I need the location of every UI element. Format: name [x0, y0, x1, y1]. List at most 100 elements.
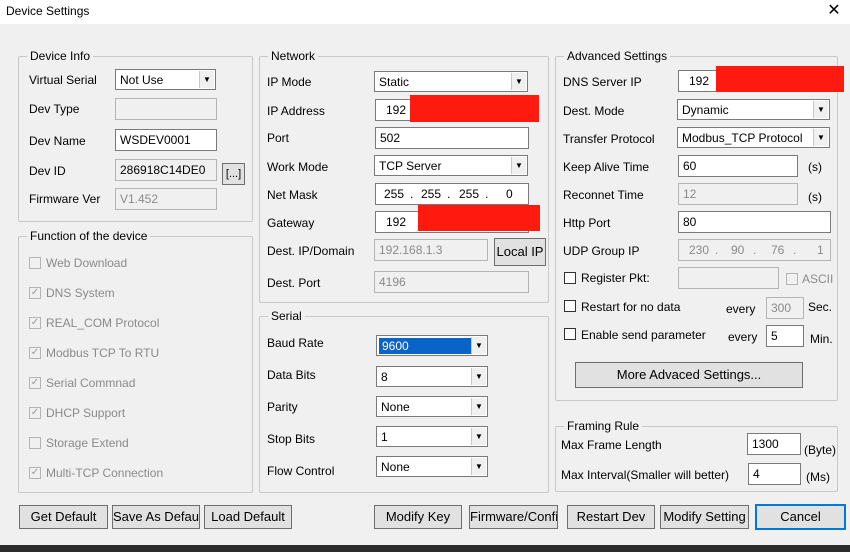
function-legend: Function of the device: [27, 229, 151, 243]
http-port-label: Http Port: [563, 216, 611, 230]
dev-id-button[interactable]: [...]: [222, 163, 245, 185]
chevron-down-icon: ▼: [471, 337, 486, 354]
work-mode-select[interactable]: TCP Server ▼: [374, 155, 528, 176]
gateway-octet: 192: [386, 215, 407, 229]
device-settings-window: Device Settings ✕ Device Info Virtual Se…: [0, 0, 850, 552]
data-bits-label: Data Bits: [267, 368, 316, 382]
register-pkt-field: [678, 267, 779, 289]
register-pkt-label: Register Pkt:: [581, 271, 650, 285]
ip-dot: .: [485, 187, 489, 201]
taskbar-strip: [0, 545, 850, 552]
data-bits-select[interactable]: 8 ▼: [376, 366, 488, 387]
dest-ip-label: Dest. IP/Domain: [267, 244, 355, 258]
baud-rate-label: Baud Rate: [267, 336, 324, 350]
dns-server-value: 192: [689, 74, 710, 88]
function-checkbox: [29, 257, 41, 269]
dest-mode-select[interactable]: Dynamic ▼: [677, 99, 830, 120]
function-label: DHCP Support: [46, 406, 126, 420]
chevron-down-icon: ▼: [813, 101, 828, 118]
virtual-serial-value: Not Use: [120, 73, 164, 87]
ip-mode-value: Static: [379, 75, 410, 89]
function-label: REAL_COM Protocol: [46, 316, 160, 330]
port-field[interactable]: 502: [375, 127, 529, 149]
function-checkbox: [29, 437, 41, 449]
work-mode-label: Work Mode: [267, 160, 329, 174]
parity-label: Parity: [267, 400, 298, 414]
send-parameter-minutes-field[interactable]: 5: [766, 325, 804, 347]
send-parameter-label: Enable send parameter: [581, 328, 706, 342]
max-frame-length-field[interactable]: 1300: [747, 433, 801, 455]
dev-name-field[interactable]: WSDEV0001: [115, 129, 217, 151]
baud-rate-value: 9600: [379, 338, 471, 354]
function-label: Multi-TCP Connection: [46, 466, 164, 480]
parity-value: None: [381, 400, 410, 414]
firmware-ver-field: V1.452: [115, 188, 217, 210]
restart-dev-button[interactable]: Restart Dev: [567, 505, 655, 529]
framing-rule-legend: Framing Rule: [564, 419, 643, 433]
dest-port-field: 4196: [374, 271, 529, 293]
function-label: Serial Commnad: [46, 376, 136, 390]
network-legend: Network: [268, 49, 319, 63]
ip-address-label: IP Address: [267, 104, 325, 118]
window-title: Device Settings: [6, 4, 90, 18]
get-default-button[interactable]: Get Default: [19, 505, 108, 529]
keep-alive-field[interactable]: 60: [678, 155, 798, 177]
baud-rate-select[interactable]: 9600 ▼: [376, 335, 488, 356]
firmware-config-button[interactable]: Firmware/Config: [469, 505, 558, 529]
restart-seconds-unit: Sec.: [808, 300, 833, 314]
reconnect-time-label: Reconnet Time: [563, 188, 644, 202]
ip-mode-label: IP Mode: [267, 75, 312, 89]
ip-address-octet: 192: [386, 103, 407, 117]
chevron-down-icon: ▼: [511, 73, 526, 90]
udp-group-octet-2: 90: [731, 243, 745, 257]
local-ip-button[interactable]: Local IP: [494, 238, 546, 266]
save-as-default-button[interactable]: Save As Default: [112, 505, 200, 529]
keep-alive-unit: (s): [808, 160, 822, 174]
ip-dot: .: [753, 243, 757, 257]
chevron-down-icon: ▼: [813, 129, 828, 146]
udp-group-field: 230 . 90 . 76 . 1: [678, 239, 831, 261]
ip-dot: .: [410, 187, 414, 201]
restart-no-data-checkbox[interactable]: [564, 300, 576, 312]
function-checkbox: ✓: [29, 347, 41, 359]
parity-select[interactable]: None ▼: [376, 396, 488, 417]
dest-port-label: Dest. Port: [267, 276, 321, 290]
ip-address-redaction: [410, 95, 539, 122]
device-info-legend: Device Info: [27, 49, 94, 63]
stop-bits-select[interactable]: 1 ▼: [376, 426, 488, 447]
register-pkt-checkbox[interactable]: [564, 272, 576, 284]
max-interval-label: Max Interval(Smaller will better): [561, 468, 730, 482]
cancel-button[interactable]: Cancel: [755, 504, 846, 530]
flow-control-select[interactable]: None ▼: [376, 456, 488, 477]
function-group: Function of the device: [18, 229, 253, 493]
transfer-protocol-select[interactable]: Modbus_TCP Protocol ▼: [677, 127, 830, 148]
function-checkbox: ✓: [29, 287, 41, 299]
ip-dot: .: [447, 187, 451, 201]
load-default-button[interactable]: Load Default: [204, 505, 292, 529]
reconnect-time-field: 12: [678, 183, 798, 205]
chevron-down-icon: ▼: [471, 368, 486, 385]
ip-dot: .: [793, 243, 797, 257]
modify-setting-button[interactable]: Modify Setting: [660, 505, 749, 529]
udp-group-octet-3: 76: [771, 243, 785, 257]
modify-key-button[interactable]: Modify Key: [374, 505, 462, 529]
http-port-field[interactable]: 80: [678, 211, 831, 233]
stop-bits-label: Stop Bits: [267, 432, 316, 446]
max-interval-field[interactable]: 4: [748, 463, 801, 485]
reconnect-time-unit: (s): [808, 190, 822, 204]
virtual-serial-select[interactable]: Not Use ▼: [115, 69, 216, 90]
net-mask-field[interactable]: 255 . 255 . 255 . 0: [375, 183, 529, 205]
close-icon[interactable]: ✕: [824, 1, 844, 21]
ascii-label: ASCII: [802, 272, 834, 286]
transfer-protocol-label: Transfer Protocol: [563, 132, 655, 146]
transfer-protocol-value: Modbus_TCP Protocol: [682, 131, 803, 145]
data-bits-value: 8: [381, 370, 388, 384]
flow-control-label: Flow Control: [267, 464, 335, 478]
dev-type-field: [115, 98, 217, 120]
more-advanced-settings-button[interactable]: More Advaced Settings...: [575, 362, 803, 388]
send-parameter-unit: Min.: [810, 332, 833, 346]
ascii-checkbox: [786, 273, 798, 285]
send-parameter-checkbox[interactable]: [564, 328, 576, 340]
ip-mode-select[interactable]: Static ▼: [374, 71, 528, 92]
dest-mode-value: Dynamic: [682, 103, 729, 117]
